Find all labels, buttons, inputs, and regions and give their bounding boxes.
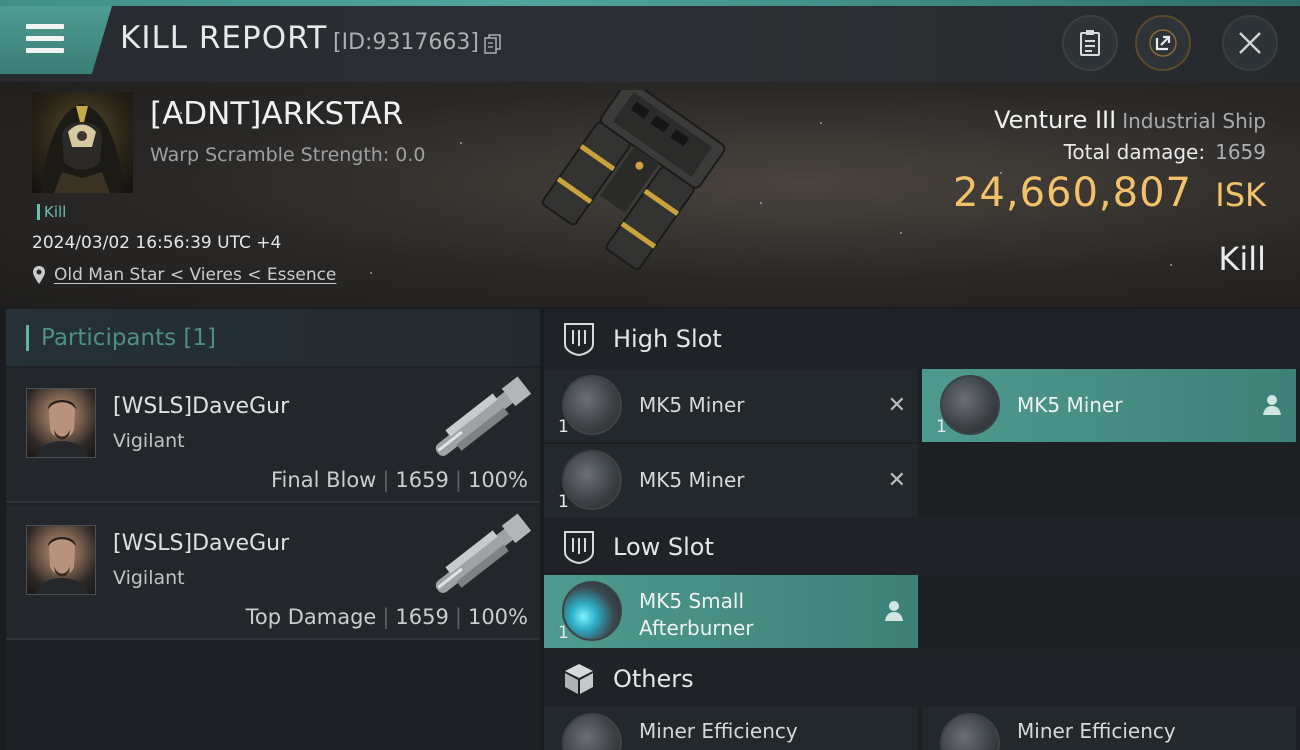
top-bar: KILL REPORT [ID:9317663] xyxy=(0,0,1300,82)
miner-module-icon xyxy=(562,450,622,510)
participant-damage: 1659 xyxy=(395,605,449,629)
report-id: [ID:9317663] xyxy=(333,30,479,55)
module-quantity: 1 xyxy=(558,417,569,437)
participant-percent: 100% xyxy=(467,605,528,629)
module-name: MK5 Miner xyxy=(1017,393,1123,417)
stat-separator: | xyxy=(382,468,390,492)
module-slot[interactable]: 1 MK5 Miner ✕ xyxy=(544,369,918,442)
victim-portrait[interactable] xyxy=(32,92,133,193)
menu-icon xyxy=(26,24,64,54)
kill-timestamp: 2024/03/02 16:56:39 UTC +4 xyxy=(32,233,282,253)
participants-panel: Participants [1] [WSLS]DaveGur Vigilant … xyxy=(6,309,540,750)
cargo-box-icon xyxy=(565,664,593,694)
clipboard-button[interactable] xyxy=(1062,15,1118,71)
victim-ship-image[interactable] xyxy=(528,90,768,305)
afterburner-module-icon xyxy=(562,581,622,641)
module-name: MK5 Miner xyxy=(639,468,745,492)
module-slot[interactable]: 1 MK5 Small Afterburner xyxy=(544,575,918,648)
isk-unit: ISK xyxy=(1215,176,1266,214)
module-slot[interactable]: Miner Efficiency xyxy=(544,707,918,750)
participant-avatar[interactable] xyxy=(26,525,96,595)
warp-scramble-strength: Warp Scramble Strength: 0.0 xyxy=(150,144,426,166)
location-text: Old Man Star < Vieres < Essence xyxy=(54,265,337,285)
person-icon xyxy=(885,601,903,621)
module-slot[interactable]: Miner Efficiency xyxy=(922,707,1296,750)
participants-header: Participants [1] xyxy=(6,309,540,366)
module-name: MK5 Miner xyxy=(639,393,745,417)
participant-percent: 100% xyxy=(467,468,528,492)
participant-name: [WSLS]DaveGur xyxy=(113,394,290,419)
total-damage: Total damage: 1659 xyxy=(1064,140,1266,164)
participant-avatar-image xyxy=(35,537,89,594)
total-damage-value: 1659 xyxy=(1215,140,1266,164)
participant-row[interactable]: [WSLS]DaveGur Vigilant Final Blow | 1659 | 1… xyxy=(6,368,540,503)
destroyed-icon: ✕ xyxy=(887,468,906,493)
module-quantity: 1 xyxy=(936,417,947,437)
module-name: Miner Efficiency xyxy=(1017,719,1176,743)
miner-module-icon xyxy=(940,375,1000,435)
clipboard-icon xyxy=(1080,30,1100,56)
participant-ship-image xyxy=(435,376,532,456)
module-name-line2: Afterburner xyxy=(639,616,754,640)
participant-row[interactable]: [WSLS]DaveGur Vigilant Top Damage | 1659 | 1… xyxy=(6,505,540,640)
others-title: Others xyxy=(613,665,694,693)
participant-role: Final Blow xyxy=(271,468,377,492)
high-slot-icon xyxy=(564,323,594,356)
close-icon xyxy=(1239,32,1261,54)
low-slot-icon xyxy=(564,531,594,564)
share-button[interactable] xyxy=(1135,15,1191,71)
high-slot-title: High Slot xyxy=(613,325,722,353)
participant-avatar-image xyxy=(35,400,89,457)
kill-tag-badge: Kill xyxy=(37,204,66,220)
high-slot-header: High Slot xyxy=(544,309,1300,369)
ship-class: Industrial Ship xyxy=(1122,109,1266,133)
miner-module-icon xyxy=(940,713,1000,750)
close-button[interactable] xyxy=(1222,15,1278,71)
module-quantity: 1 xyxy=(558,623,569,643)
participant-ship: Vigilant xyxy=(113,567,185,589)
participant-name: [WSLS]DaveGur xyxy=(113,531,290,556)
copy-icon[interactable] xyxy=(484,33,502,55)
person-icon xyxy=(1263,395,1281,415)
victim-avatar-image xyxy=(42,104,123,193)
participant-damage: 1659 xyxy=(395,468,449,492)
stat-separator: | xyxy=(454,468,462,492)
stat-separator: | xyxy=(454,605,462,629)
total-damage-label: Total damage: xyxy=(1063,140,1206,164)
ship-name: Venture III Industrial Ship xyxy=(994,106,1266,134)
participant-ship-image xyxy=(435,513,532,593)
participants-title: Participants [1] xyxy=(41,325,216,351)
victim-name: [ADNT]ARKSTAR xyxy=(150,96,404,132)
module-slot[interactable]: 1 MK5 Miner ✕ xyxy=(544,444,918,517)
page-title: KILL REPORT xyxy=(120,20,328,56)
participant-stats: Top Damage | 1659 | 100% xyxy=(246,605,528,629)
module-quantity: 1 xyxy=(558,492,569,512)
participant-ship: Vigilant xyxy=(113,430,185,452)
kill-summary-banner: [ADNT]ARKSTAR Warp Scramble Strength: 0.… xyxy=(0,82,1300,307)
location-pin-icon xyxy=(33,266,45,284)
menu-button[interactable] xyxy=(0,6,112,74)
stat-separator: | xyxy=(382,605,390,629)
participant-stats: Final Blow | 1659 | 100% xyxy=(271,468,528,492)
participant-avatar[interactable] xyxy=(26,388,96,458)
module-name-line1: MK5 Small xyxy=(639,589,744,613)
share-icon xyxy=(1149,29,1177,57)
isk-value: 24,660,807 xyxy=(952,170,1192,216)
result-label: Kill xyxy=(1218,240,1266,278)
participant-role: Top Damage xyxy=(245,605,377,629)
module-name: MK5 Small Afterburner xyxy=(639,588,753,642)
miner-module-icon xyxy=(562,375,622,435)
top-accent-line xyxy=(0,0,1300,6)
module-name: Miner Efficiency xyxy=(639,719,798,743)
destroyed-icon: ✕ xyxy=(887,393,906,418)
fitting-panel: High Slot 1 MK5 Miner ✕ 1 MK5 Miner 1 MK… xyxy=(544,309,1300,750)
participants-header-bar xyxy=(26,325,29,351)
low-slot-header: Low Slot xyxy=(544,517,1300,577)
module-slot[interactable]: 1 MK5 Miner xyxy=(922,369,1296,442)
low-slot-title: Low Slot xyxy=(613,533,714,561)
ship-name-text: Venture III xyxy=(994,106,1117,134)
others-header: Others xyxy=(544,649,1300,709)
miner-module-icon xyxy=(562,713,622,750)
